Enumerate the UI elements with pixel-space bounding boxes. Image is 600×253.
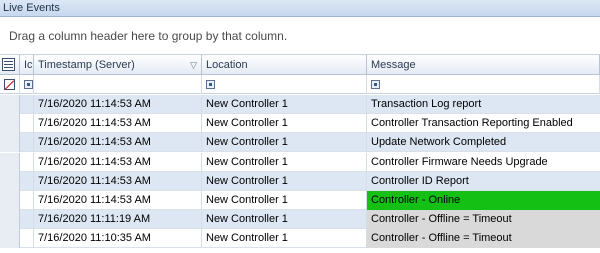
column-header-icon[interactable]: Ic <box>20 55 34 75</box>
location-cell: New Controller 1 <box>202 171 367 191</box>
row-selector[interactable] <box>0 229 20 249</box>
row-icon-cell <box>20 210 34 230</box>
location-cell: New Controller 1 <box>202 133 367 153</box>
row-icon-cell <box>20 229 34 249</box>
filter-operator-icon <box>24 80 33 89</box>
location-cell: New Controller 1 <box>202 152 367 172</box>
message-cell: Controller - Offline = Timeout <box>367 229 600 249</box>
column-chooser-icon <box>2 58 15 71</box>
window-title: Live Events <box>0 0 600 17</box>
filter-cell-location[interactable] <box>202 75 367 94</box>
row-selector[interactable] <box>0 95 20 114</box>
location-cell: New Controller 1 <box>202 210 367 230</box>
message-cell: Controller Firmware Needs Upgrade <box>371 155 548 168</box>
row-selector[interactable] <box>0 133 20 153</box>
filter-cell-timestamp[interactable] <box>34 75 202 94</box>
location-cell: New Controller 1 <box>202 191 367 210</box>
table-row[interactable]: 7/16/2020 11:14:53 AM New Controller 1 Con… <box>0 191 600 210</box>
location-cell: New Controller 1 <box>202 114 367 134</box>
message-cell: Update Network Completed <box>371 136 507 149</box>
row-selector[interactable] <box>0 114 20 134</box>
timestamp-cell: 7/16/2020 11:14:53 AM <box>34 191 202 210</box>
group-by-panel[interactable]: Drag a column header here to group by th… <box>0 17 600 55</box>
timestamp-cell: 7/16/2020 11:11:19 AM <box>34 210 202 230</box>
message-cell: Controller ID Report <box>371 174 469 187</box>
column-chooser-button[interactable] <box>0 55 20 75</box>
message-cell: Controller - Online <box>367 191 600 210</box>
table-row[interactable]: 7/16/2020 11:14:53 AM New Controller 1 Upd… <box>0 133 600 153</box>
filter-cell-message[interactable] <box>367 75 600 94</box>
row-icon-cell <box>20 133 34 153</box>
column-header-row: Ic Timestamp (Server) ▽ Location Message <box>0 55 600 75</box>
column-header-location[interactable]: Location <box>202 55 367 75</box>
table-row[interactable]: 7/16/2020 11:14:53 AM New Controller 1 Con… <box>0 152 600 172</box>
column-header-timestamp-label: Timestamp (Server) <box>38 59 135 71</box>
table-row[interactable]: 7/16/2020 11:14:53 AM New Controller 1 Con… <box>0 114 600 134</box>
filter-row <box>0 75 600 94</box>
location-cell: New Controller 1 <box>202 95 367 114</box>
filter-operator-icon <box>371 80 380 89</box>
clear-filter-icon <box>4 79 15 90</box>
row-selector[interactable] <box>0 152 20 172</box>
row-icon-cell <box>20 152 34 172</box>
filter-dropdown-icon[interactable]: ▽ <box>190 55 197 75</box>
table-row[interactable]: 7/16/2020 11:10:35 AM New Controller 1 Con… <box>0 229 600 249</box>
row-selector[interactable] <box>0 210 20 230</box>
row-icon-cell <box>20 114 34 134</box>
column-header-message[interactable]: Message <box>367 55 600 75</box>
timestamp-cell: 7/16/2020 11:14:53 AM <box>34 114 202 134</box>
timestamp-cell: 7/16/2020 11:14:53 AM <box>34 133 202 153</box>
timestamp-cell: 7/16/2020 11:14:53 AM <box>34 171 202 191</box>
timestamp-cell: 7/16/2020 11:10:35 AM <box>34 229 202 249</box>
row-selector[interactable] <box>0 171 20 191</box>
row-selector[interactable] <box>0 191 20 210</box>
filter-operator-icon <box>206 80 215 89</box>
timestamp-cell: 7/16/2020 11:14:53 AM <box>34 95 202 114</box>
table-row[interactable]: 7/16/2020 11:14:53 AM New Controller 1 Con… <box>0 171 600 191</box>
filter-cell-icon[interactable] <box>20 75 34 94</box>
message-cell: Controller - Offline = Timeout <box>367 210 600 230</box>
message-cell: Controller Transaction Reporting Enabled <box>371 117 573 130</box>
row-icon-cell <box>20 171 34 191</box>
timestamp-cell: 7/16/2020 11:14:53 AM <box>34 152 202 172</box>
row-icon-cell <box>20 95 34 114</box>
table-row[interactable]: 7/16/2020 11:11:19 AM New Controller 1 Con… <box>0 210 600 230</box>
row-icon-cell <box>20 191 34 210</box>
location-cell: New Controller 1 <box>202 229 367 249</box>
column-header-timestamp[interactable]: Timestamp (Server) ▽ <box>34 55 202 75</box>
table-row[interactable]: 7/16/2020 11:14:53 AM New Controller 1 Tra… <box>0 95 600 114</box>
message-cell: Transaction Log report <box>371 98 482 110</box>
clear-filter-button[interactable] <box>0 75 20 94</box>
